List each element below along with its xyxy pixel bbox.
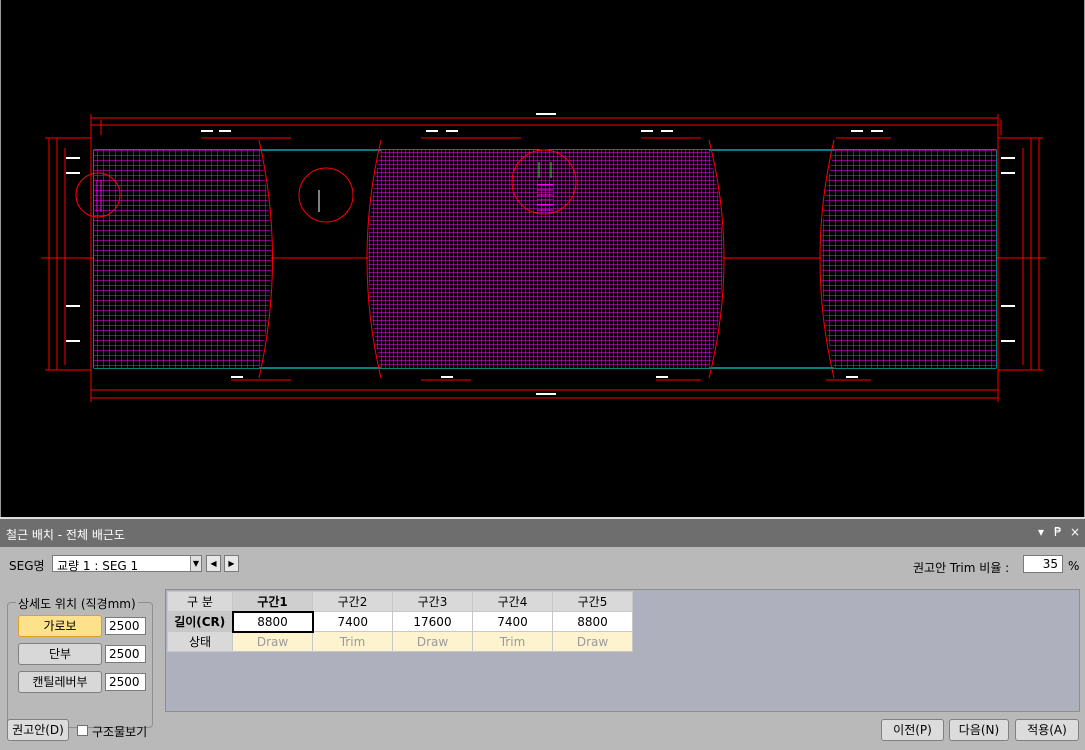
end-section-diameter-input[interactable]: 2500 [105, 645, 146, 663]
length-cell[interactable]: 8800 [552, 611, 633, 632]
length-cell[interactable]: 8800 [231, 610, 314, 633]
seg-select-value: 교량 1 : SEG 1 [57, 559, 139, 573]
rebar-layout-drawing [41, 113, 1046, 402]
section-grid: 구 분 구간1 구간2 구간3 구간4 구간5 길이(CR) 8800 7400… [165, 589, 1080, 712]
seg-label: SEG명 [9, 559, 45, 573]
seg-next-button[interactable]: ▶ [224, 555, 239, 572]
table-row: 상태 Draw Trim Draw Trim Draw [167, 631, 633, 652]
status-cell[interactable]: Trim [312, 631, 393, 652]
seg-prev-button[interactable]: ◀ [206, 555, 221, 572]
column-header[interactable]: 구간4 [472, 591, 553, 612]
table-header-row: 구 분 구간1 구간2 구간3 구간4 구간5 [167, 591, 633, 612]
pin-icon[interactable]: ₱ [1054, 525, 1062, 539]
status-cell[interactable]: Trim [472, 631, 553, 652]
panel-title: 철근 배치 - 전체 배근도 [6, 528, 125, 542]
end-section-button[interactable]: 단부 [18, 643, 102, 665]
row-header-length: 길이(CR) [167, 611, 233, 632]
column-header[interactable]: 구간1 [232, 591, 313, 612]
chevron-down-icon[interactable]: ▼ [190, 556, 201, 571]
status-cell[interactable]: Draw [232, 631, 313, 652]
rebar-mesh [94, 150, 996, 368]
detail-position-group: 상세도 위치 (직경mm) 가로보 2500 단부 2500 캔틸레버부 250… [7, 595, 153, 728]
trim-ratio-label: 권고안 Trim 비율 : [913, 561, 1010, 575]
apply-button[interactable]: 적용(A) [1015, 719, 1079, 741]
cantilever-diameter-input[interactable]: 2500 [105, 673, 146, 691]
detail-position-title: 상세도 위치 (직경mm) [16, 595, 138, 612]
panel-menu-icon[interactable]: ▾ [1038, 525, 1044, 539]
next-button[interactable]: 다음(N) [949, 719, 1009, 741]
seg-select[interactable]: 교량 1 : SEG 1 ▼ [52, 555, 202, 573]
length-cell[interactable]: 7400 [312, 611, 393, 632]
panel-titlebar: 철근 배치 - 전체 배근도 ▾ ₱ × [0, 519, 1085, 547]
trim-ratio-input[interactable]: 35 [1023, 555, 1063, 573]
length-cell[interactable]: 17600 [392, 611, 473, 632]
table-corner-header: 구 분 [167, 591, 233, 612]
column-header[interactable]: 구간3 [392, 591, 473, 612]
close-icon[interactable]: × [1070, 525, 1080, 539]
length-cell[interactable]: 7400 [472, 611, 553, 632]
rebar-layout-panel: 철근 배치 - 전체 배근도 ▾ ₱ × SEG명 교량 1 : SEG 1 ▼… [0, 517, 1085, 750]
crossbeam-diameter-input[interactable]: 2500 [105, 617, 146, 635]
trim-ratio-unit: % [1068, 559, 1080, 573]
status-cell[interactable]: Draw [392, 631, 473, 652]
cad-drawing-viewport[interactable] [0, 0, 1085, 517]
row-header-status: 상태 [167, 631, 233, 652]
status-cell[interactable]: Draw [552, 631, 633, 652]
column-header[interactable]: 구간5 [552, 591, 633, 612]
structure-view-label: 구조물보기 [92, 725, 148, 739]
prev-button[interactable]: 이전(P) [881, 719, 944, 741]
structure-view-checkbox[interactable] [77, 725, 88, 736]
crossbeam-button[interactable]: 가로보 [18, 615, 102, 637]
recommend-button[interactable]: 권고안(D) [7, 719, 69, 741]
cantilever-button[interactable]: 캔틸레버부 [18, 671, 102, 693]
column-header[interactable]: 구간2 [312, 591, 393, 612]
table-row: 길이(CR) 8800 7400 17600 7400 8800 [167, 610, 633, 633]
panel-content: SEG명 교량 1 : SEG 1 ▼ ◀ ▶ 권고안 Trim 비율 : 35… [0, 547, 1085, 750]
section-table: 구 분 구간1 구간2 구간3 구간4 구간5 길이(CR) 8800 7400… [167, 591, 633, 652]
